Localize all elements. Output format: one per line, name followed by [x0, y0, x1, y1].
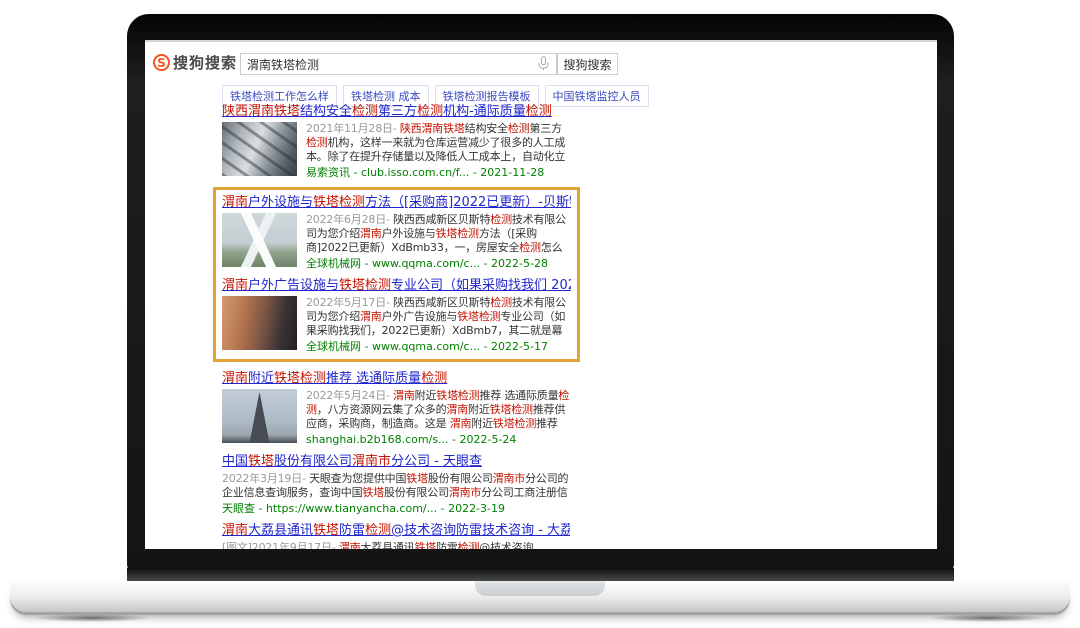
- sogou-logo-icon: S: [153, 54, 170, 71]
- search-result: 渭南户外设施与铁塔检测方法（[采购商]2022已更新）-贝斯特检测技术... 2…: [222, 195, 571, 271]
- result-body: 2022年3月19日- 天眼查为您提供中国铁塔股份有限公司渭南市分公司的企业信息…: [222, 472, 570, 516]
- result-thumbnail[interactable]: [222, 122, 297, 176]
- result-source: shanghai.b2b168.com/s... - 2022-5-24: [306, 433, 570, 447]
- result-title-link[interactable]: 渭南户外广告设施与铁塔检测专业公司（如果采购找我们 2022已更新...: [222, 278, 571, 293]
- result-body: 2022年5月24日- 渭南附近铁塔检测推荐 选通际质量检测，八方资源网云集了众…: [222, 389, 570, 447]
- result-body: [图文]2021年9月17日- 渭南大荔县通讯铁塔防雷检测@技术咨询AJZHND…: [222, 541, 570, 549]
- result-body: 2022年6月28日- 陕西西咸新区贝斯特检测技术有限公司为您介绍渭南户外设施与…: [222, 213, 571, 271]
- result-title-link[interactable]: 渭南附近铁塔检测推荐 选通际质量检测: [222, 371, 570, 386]
- result-source: 易索资讯 - club.isso.com.cn/f... - 2021-11-2…: [306, 166, 570, 180]
- result-snippet: 2021年11月28日- 陕西渭南铁塔结构安全检测第三方检测机构，这样一来就为仓…: [306, 122, 570, 164]
- sogou-logo-text: 搜狗搜索: [173, 52, 237, 73]
- result-source: 全球机械网 - www.qqma.com/c... - 2022-5-17: [306, 340, 571, 354]
- result-title-link[interactable]: 渭南户外设施与铁塔检测方法（[采购商]2022已更新）-贝斯特检测技术...: [222, 195, 571, 210]
- result-snippet: 2022年5月24日- 渭南附近铁塔检测推荐 选通际质量检测，八方资源网云集了众…: [306, 389, 570, 431]
- search-result: 渭南大荔县通讯铁塔防雷检测@技术咨询防雷技术咨询 - 大荔安全防护... [图文…: [222, 523, 570, 549]
- result-title-link[interactable]: 陕西渭南铁塔结构安全检测第三方检测机构-通际质量检测: [222, 104, 570, 119]
- search-button[interactable]: 搜狗搜索: [557, 53, 618, 75]
- result-title-link[interactable]: 中国铁塔股份有限公司渭南市分公司 - 天眼查: [222, 454, 570, 469]
- result-body: 2022年5月17日- 陕西西咸新区贝斯特检测技术有限公司为您介绍渭南户外广告设…: [222, 296, 571, 354]
- result-snippet: 2022年5月17日- 陕西西咸新区贝斯特检测技术有限公司为您介绍渭南户外广告设…: [306, 296, 571, 338]
- microphone-icon[interactable]: [538, 56, 549, 75]
- laptop-base: [10, 581, 1070, 612]
- results-list: 陕西渭南铁塔结构安全检测第三方检测机构-通际质量检测 2021年11月28日- …: [222, 104, 570, 549]
- result-snippet: 2022年6月28日- 陕西西咸新区贝斯特检测技术有限公司为您介绍渭南户外设施与…: [306, 213, 571, 255]
- result-snippet: 2022年3月19日- 天眼查为您提供中国铁塔股份有限公司渭南市分公司的企业信息…: [222, 472, 570, 500]
- result-thumbnail[interactable]: [222, 389, 297, 443]
- search-result: 渭南附近铁塔检测推荐 选通际质量检测 2022年5月24日- 渭南附近铁塔检测推…: [222, 371, 570, 447]
- result-thumbnail[interactable]: [222, 213, 297, 267]
- laptop-mockup: S 搜狗搜索 搜狗搜索 铁塔检测工作怎么样铁塔检测 成本铁塔检测报告模板中国铁塔…: [0, 0, 1080, 628]
- result-title-link[interactable]: 渭南大荔县通讯铁塔防雷检测@技术咨询防雷技术咨询 - 大荔安全防护...: [222, 523, 570, 538]
- laptop-base-notch: [475, 581, 605, 596]
- result-source: 全球机械网 - www.qqma.com/c... - 2022-5-28: [306, 257, 571, 271]
- laptop-hinge: [127, 568, 954, 582]
- result-body: 2021年11月28日- 陕西渭南铁塔结构安全检测第三方检测机构，这样一来就为仓…: [222, 122, 570, 180]
- result-snippet: [图文]2021年9月17日- 渭南大荔县通讯铁塔防雷检测@技术咨询AJZHND…: [222, 541, 570, 549]
- search-result: 陕西渭南铁塔结构安全检测第三方检测机构-通际质量检测 2021年11月28日- …: [222, 104, 570, 180]
- search-result: 中国铁塔股份有限公司渭南市分公司 - 天眼查 2022年3月19日- 天眼查为您…: [222, 454, 570, 516]
- search-input[interactable]: [240, 53, 557, 75]
- annotation-highlight-box: 渭南户外设施与铁塔检测方法（[采购商]2022已更新）-贝斯特检测技术... 2…: [213, 187, 580, 362]
- result-thumbnail[interactable]: [222, 296, 297, 350]
- laptop-screen: S 搜狗搜索 搜狗搜索 铁塔检测工作怎么样铁塔检测 成本铁塔检测报告模板中国铁塔…: [145, 40, 937, 549]
- sogou-logo[interactable]: S 搜狗搜索: [153, 52, 237, 73]
- result-source: 天眼查 - https://www.tianyancha.com/... - 2…: [222, 502, 570, 516]
- search-result: 渭南户外广告设施与铁塔检测专业公司（如果采购找我们 2022已更新... 202…: [222, 278, 571, 354]
